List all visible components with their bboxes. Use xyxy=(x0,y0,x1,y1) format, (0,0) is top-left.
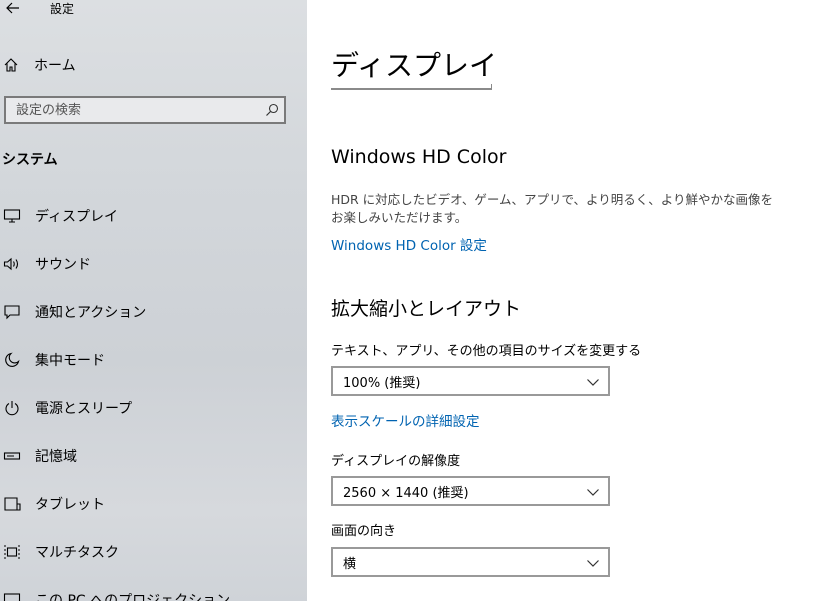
orientation-dropdown[interactable]: 横 xyxy=(331,547,610,577)
multitask-icon xyxy=(1,541,23,563)
sidebar-item-label: 記憶域 xyxy=(35,449,77,465)
scale-dropdown-value: 100% (推奨) xyxy=(343,375,421,391)
scale-dropdown[interactable]: 100% (推奨) xyxy=(331,366,610,396)
content-pane: ディスプレイ Windows HD Color HDR に対応したビデオ、ゲーム… xyxy=(307,0,833,601)
sidebar-item-label: この PC へのプロジェクション xyxy=(35,593,231,601)
sidebar-item-multitasking[interactable]: マルチタスク xyxy=(0,528,307,576)
page-title: ディスプレイ xyxy=(331,49,498,82)
monitor-icon xyxy=(1,205,23,227)
back-button[interactable] xyxy=(2,0,24,19)
notification-icon xyxy=(1,301,23,323)
sidebar: 設定 ホーム システム ディスプレイ xyxy=(0,0,307,601)
sidebar-item-notifications[interactable]: 通知とアクション xyxy=(0,288,307,336)
text-size-label: テキスト、アプリ、その他の項目のサイズを変更する xyxy=(331,344,642,359)
storage-icon xyxy=(1,445,23,467)
sidebar-item-sound[interactable]: サウンド xyxy=(0,240,307,288)
home-icon xyxy=(0,54,22,76)
title-underline xyxy=(331,84,492,90)
resolution-dropdown[interactable]: 2560 × 1440 (推奨) xyxy=(331,476,610,506)
sidebar-item-display[interactable]: ディスプレイ xyxy=(0,192,307,240)
sidebar-item-label: ディスプレイ xyxy=(35,209,119,225)
section-header-system: システム xyxy=(2,152,58,168)
sidebar-nav: ディスプレイ サウンド 通知とアクション 集中モード 電源とスリープ 記憶域 タ… xyxy=(0,192,307,601)
hd-color-settings-link[interactable]: Windows HD Color 設定 xyxy=(331,234,487,254)
hd-color-heading: Windows HD Color xyxy=(331,146,507,168)
sidebar-item-label: マルチタスク xyxy=(35,545,119,561)
power-icon xyxy=(1,397,23,419)
sidebar-item-projection[interactable]: この PC へのプロジェクション xyxy=(0,576,307,601)
sidebar-item-label: 電源とスリープ xyxy=(35,401,133,417)
chevron-down-icon xyxy=(587,489,599,496)
tablet-icon xyxy=(1,493,23,515)
search-icon[interactable] xyxy=(264,102,280,118)
sidebar-item-home[interactable]: ホーム xyxy=(0,54,76,76)
scale-layout-heading: 拡大縮小とレイアウト xyxy=(331,298,522,320)
back-arrow-icon xyxy=(6,2,19,14)
sidebar-item-focus-assist[interactable]: 集中モード xyxy=(0,336,307,384)
advanced-scaling-link[interactable]: 表示スケールの詳細設定 xyxy=(331,410,480,430)
sidebar-item-storage[interactable]: 記憶域 xyxy=(0,432,307,480)
chevron-down-icon xyxy=(587,560,599,567)
chevron-down-icon xyxy=(587,379,599,386)
sidebar-item-label: 通知とアクション xyxy=(35,305,147,321)
sidebar-item-tablet[interactable]: タブレット xyxy=(0,480,307,528)
app-title: 設定 xyxy=(50,2,75,16)
hd-color-description: HDR に対応したビデオ、ゲーム、アプリで、より明るく、より鮮やかな画像をお楽し… xyxy=(331,192,774,225)
search-box[interactable] xyxy=(4,96,286,124)
moon-icon xyxy=(1,349,23,371)
sidebar-item-label: 集中モード xyxy=(35,353,105,369)
resolution-dropdown-value: 2560 × 1440 (推奨) xyxy=(343,485,469,501)
projection-icon xyxy=(1,589,23,601)
sidebar-item-label: タブレット xyxy=(35,497,105,513)
sidebar-item-power[interactable]: 電源とスリープ xyxy=(0,384,307,432)
sidebar-item-label: サウンド xyxy=(35,257,91,273)
search-input[interactable] xyxy=(6,98,266,122)
orientation-dropdown-value: 横 xyxy=(343,556,357,572)
speaker-icon xyxy=(1,253,23,275)
resolution-label: ディスプレイの解像度 xyxy=(331,454,461,469)
home-label: ホーム xyxy=(34,58,76,74)
orientation-label: 画面の向き xyxy=(331,524,397,539)
